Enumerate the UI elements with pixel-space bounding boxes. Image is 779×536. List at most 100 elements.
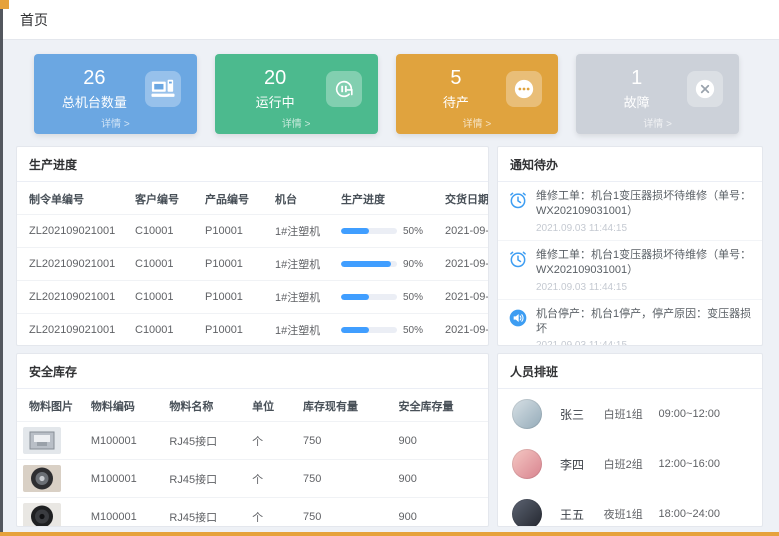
- schedule-row: 王五 夜班1组 18:00~24:00: [498, 489, 762, 527]
- shift-label: 夜班1组: [604, 506, 655, 522]
- detail-link[interactable]: 详情 >: [576, 115, 739, 134]
- inventory-table-body: M100001 RJ45接口 个 750 900 M100001 RJ45接口 …: [17, 422, 488, 528]
- cell-customer-no: C10001: [129, 281, 199, 314]
- stat-card-total-machines[interactable]: 26 总机台数量 详情 >: [34, 54, 197, 134]
- notification-text: 机台停产：机台1停产，停产原因：变压器损坏: [536, 307, 752, 338]
- cell-progress: 90%: [335, 248, 439, 281]
- cell-product-no: P10001: [199, 314, 269, 347]
- cell-machine: 1#注塑机: [269, 248, 335, 281]
- fault-icon: [687, 71, 723, 107]
- cell-current-qty: 750: [297, 422, 392, 460]
- column-header: 产品编号: [199, 182, 269, 215]
- inventory-panel-title: 安全库存: [17, 354, 488, 389]
- schedule-row: 李四 白班2组 12:00~16:00: [498, 439, 762, 489]
- cell-order-no: ZL202109021001: [17, 215, 129, 248]
- notifications-panel-title: 通知待办: [498, 147, 762, 182]
- cell-product-no: P10001: [199, 248, 269, 281]
- notification-item[interactable]: 维修工单：机台1变压器损坏待维修（单号：WX202109031001） 2021…: [498, 241, 762, 300]
- detail-link[interactable]: 详情 >: [396, 115, 559, 134]
- shift-time: 09:00~12:00: [659, 408, 748, 420]
- schedule-row: 张三 白班1组 09:00~12:00: [498, 389, 762, 439]
- cell-machine: 1#注塑机: [269, 281, 335, 314]
- stat-value: 20: [225, 67, 326, 89]
- column-header: 库存现有量: [297, 389, 392, 422]
- production-table: 制令单编号客户编号产品编号机台生产进度交货日期 ZL202109021001 C…: [17, 182, 489, 346]
- stat-cards-row: 26 总机台数量 详情 > 20 运行中: [0, 40, 779, 146]
- cell-customer-no: C10001: [129, 215, 199, 248]
- cell-order-no: ZL202109021001: [17, 314, 129, 347]
- avatar-wangwu: [512, 499, 542, 527]
- person-name: 王五: [560, 506, 600, 523]
- column-header: 物料图片: [17, 389, 85, 422]
- production-row: ZL202109021001 C10001 P10001 1#注塑机 90% 2…: [17, 248, 489, 281]
- notifications-list: 维修工单：机台1变压器损坏待维修（单号：WX202109031001） 2021…: [498, 182, 762, 346]
- panel-grid: 生产进度 制令单编号客户编号产品编号机台生产进度交货日期 ZL202109021…: [0, 146, 779, 527]
- notification-time: 2021.09.03 11:44:15: [536, 223, 752, 234]
- stat-label: 待产: [406, 92, 507, 111]
- cell-unit: 个: [246, 422, 297, 460]
- cell-product-no: P10001: [199, 281, 269, 314]
- cell-material-code: M100001: [85, 460, 164, 498]
- inventory-row: M100001 RJ45接口 个 750 900: [17, 498, 488, 528]
- schedule-list: 张三 白班1组 09:00~12:00 李四 白班2组 12:00~16:00 …: [498, 389, 762, 527]
- column-header: 制令单编号: [17, 182, 129, 215]
- inventory-table: 物料图片物料编码物料名称单位库存现有量安全库存量 M100001 RJ45接口 …: [17, 389, 488, 527]
- production-table-body: ZL202109021001 C10001 P10001 1#注塑机 50% 2…: [17, 215, 489, 347]
- avatar-zhangsan: [512, 399, 542, 429]
- cell-material-code: M100001: [85, 422, 164, 460]
- stat-card-fault[interactable]: 1 故障 详情 >: [576, 54, 739, 134]
- cell-delivery-date: 2021-09-10: [439, 248, 489, 281]
- progress-bar: [341, 327, 397, 333]
- production-row: ZL202109021001 C10001 P10001 1#注塑机 50% 2…: [17, 281, 489, 314]
- stat-value: 5: [406, 67, 507, 89]
- speaker-photo: [23, 503, 61, 527]
- progress-percent: 50%: [403, 226, 423, 237]
- column-header: 物料名称: [163, 389, 246, 422]
- running-icon: [326, 71, 362, 107]
- cell-delivery-date: 2021-09-10: [439, 281, 489, 314]
- cell-order-no: ZL202109021001: [17, 281, 129, 314]
- cell-machine: 1#注塑机: [269, 215, 335, 248]
- progress-bar: [341, 228, 397, 234]
- cell-safety-qty: 900: [393, 460, 489, 498]
- cell-unit: 个: [246, 498, 297, 528]
- detail-link[interactable]: 详情 >: [34, 115, 197, 134]
- cell-unit: 个: [246, 460, 297, 498]
- stat-label: 故障: [586, 92, 687, 111]
- stat-label: 总机台数量: [44, 92, 145, 111]
- shift-label: 白班1组: [604, 406, 655, 422]
- clock-icon: [508, 249, 528, 269]
- schedule-panel: 人员排班 张三 白班1组 09:00~12:00 李四 白班2组 12:00~1…: [497, 353, 763, 527]
- machine-icon: [145, 71, 181, 107]
- cell-order-no: ZL202109021001: [17, 248, 129, 281]
- detail-link[interactable]: 详情 >: [215, 115, 378, 134]
- cell-delivery-date: 2021-09-10: [439, 314, 489, 347]
- notification-item[interactable]: 维修工单：机台1变压器损坏待维修（单号：WX202109031001） 2021…: [498, 182, 762, 241]
- cell-progress: 50%: [335, 281, 439, 314]
- top-bar: 首页: [0, 0, 779, 40]
- cell-progress: 50%: [335, 215, 439, 248]
- cell-material-photo: [17, 498, 85, 528]
- cell-progress: 50%: [335, 314, 439, 347]
- avatar-lisi: [512, 449, 542, 479]
- window-corner-marker: [0, 0, 9, 9]
- person-name: 张三: [560, 406, 600, 423]
- stat-card-running[interactable]: 20 运行中 详情 >: [215, 54, 378, 134]
- cell-customer-no: C10001: [129, 314, 199, 347]
- inventory-panel: 安全库存 物料图片物料编码物料名称单位库存现有量安全库存量 M100001 RJ…: [16, 353, 489, 527]
- notification-item[interactable]: 机台停产：机台1停产，停产原因：变压器损坏 2021.09.03 11:44:1…: [498, 300, 762, 346]
- cell-safety-qty: 900: [393, 498, 489, 528]
- cell-current-qty: 750: [297, 460, 392, 498]
- window-bottom-edge: [0, 532, 779, 536]
- round-connector-photo: [23, 465, 61, 492]
- production-row: ZL202109021001 C10001 P10001 1#注塑机 50% 2…: [17, 215, 489, 248]
- production-panel: 生产进度 制令单编号客户编号产品编号机台生产进度交货日期 ZL202109021…: [16, 146, 489, 346]
- shift-label: 白班2组: [604, 456, 655, 472]
- stat-card-waiting[interactable]: 5 待产 详情 >: [396, 54, 559, 134]
- notification-time: 2021.09.03 11:44:15: [536, 282, 752, 293]
- cell-material-photo: [17, 460, 85, 498]
- shift-time: 18:00~24:00: [659, 508, 748, 520]
- page-title[interactable]: 首页: [20, 10, 48, 30]
- stat-label: 运行中: [225, 92, 326, 111]
- clock-icon: [508, 190, 528, 210]
